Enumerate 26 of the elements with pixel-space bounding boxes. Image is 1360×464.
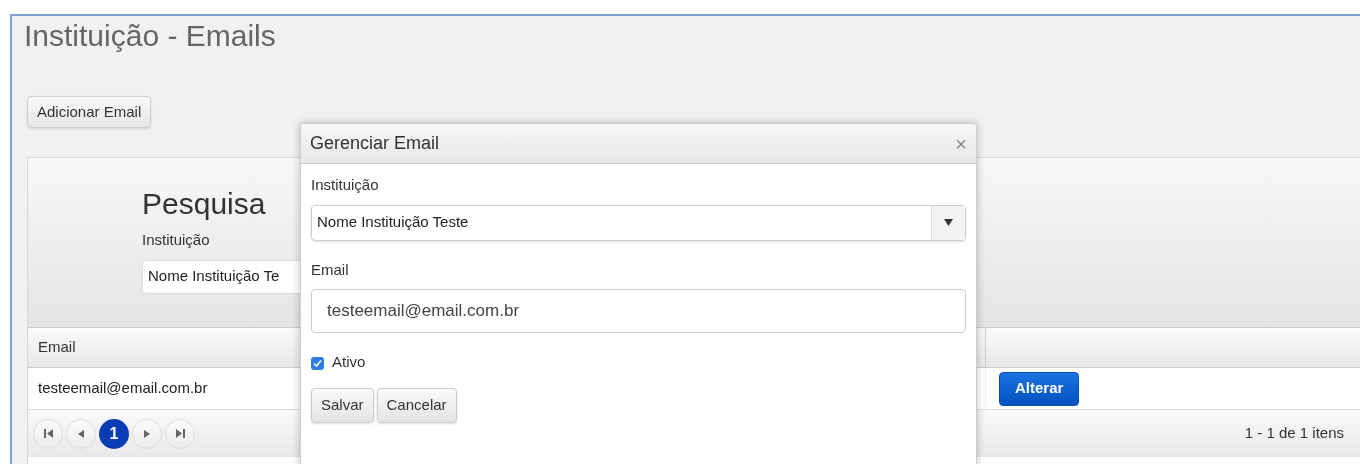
institution-select[interactable]: Nome Instituição Teste [311,204,966,241]
next-page-icon [144,429,150,438]
pager-button[interactable] [66,418,96,449]
checkbox-label: Ativo [332,352,366,372]
dialog-button[interactable]: Salvar [311,387,374,423]
edit-button[interactable]: Alterar [999,371,1080,406]
dropdown-arrow-icon [944,219,953,226]
field-label: Instituição [142,230,211,250]
column-header: Email [38,337,76,358]
last-page-icon [175,429,185,438]
field-label: Instituição [311,175,380,195]
previous-page-icon [78,429,84,438]
pager-summary: 1 - 1 de 1 itens [1244,423,1344,444]
email-field[interactable]: testeemail@email.com.br [311,289,966,333]
first-page-icon [43,429,53,438]
dialog-button[interactable]: Cancelar [376,387,457,423]
pager-button[interactable] [165,418,195,449]
dialog-title: Gerenciar Email [310,132,440,155]
pager-button[interactable] [132,418,162,449]
checkbox[interactable] [311,357,324,370]
pager-button[interactable] [33,418,63,449]
page-button[interactable]: 1 [99,418,129,449]
field-label: Email [311,259,350,280]
add-email-button[interactable]: Adicionar Email [27,96,152,128]
page-title: Instituição - Emails [24,18,277,54]
table-cell-text: testeemail@email.com.br [38,378,208,399]
